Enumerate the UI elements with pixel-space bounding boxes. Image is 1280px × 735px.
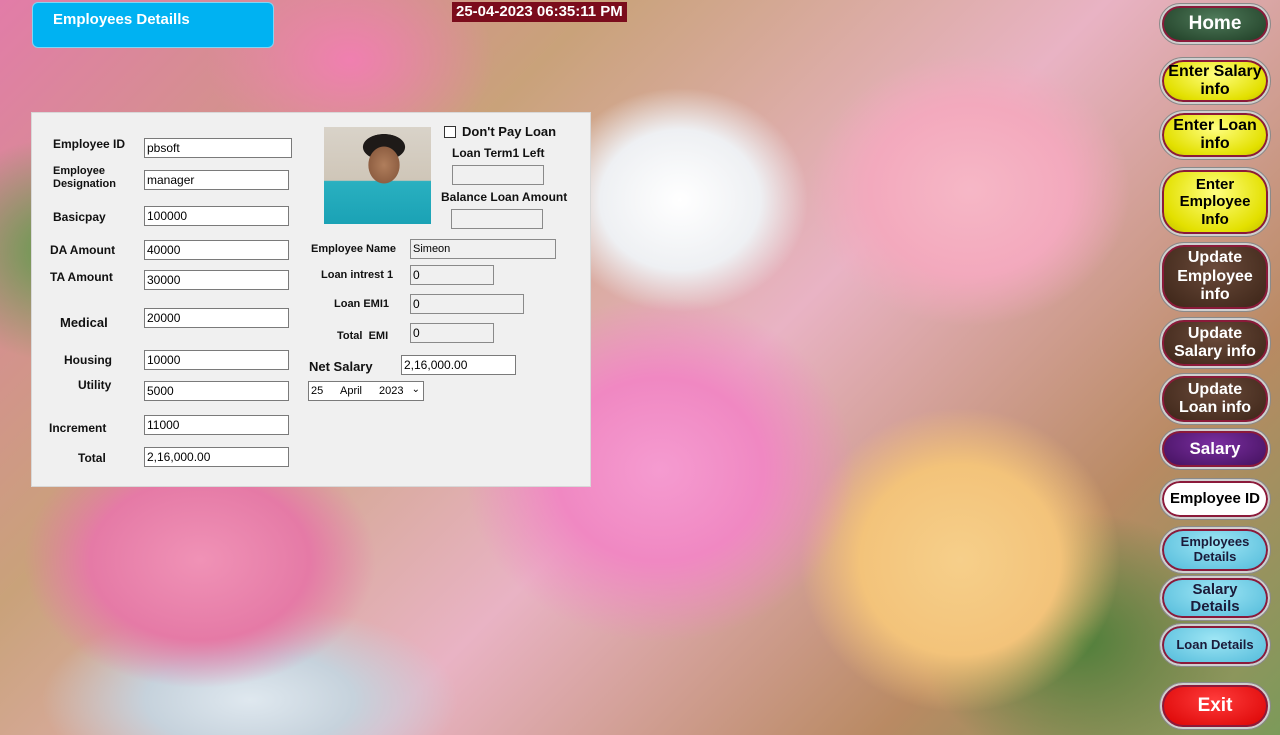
designation-input[interactable] — [144, 170, 289, 190]
net-salary-input[interactable] — [401, 355, 516, 375]
increment-input[interactable] — [144, 415, 289, 435]
dont-pay-loan-label: Don't Pay Loan — [462, 124, 557, 139]
housing-input[interactable] — [144, 350, 289, 370]
salary-details-button[interactable]: Salary Details — [1159, 575, 1271, 621]
ta-amount-label: TA Amount — [50, 270, 113, 284]
loan-interest-label: Loan intrest 1 — [321, 269, 394, 281]
date-day: 25 — [311, 385, 324, 397]
salary-button[interactable]: Salary — [1159, 428, 1271, 470]
total-input[interactable] — [144, 447, 289, 467]
enter-loan-info-button[interactable]: Enter Loan info — [1159, 110, 1271, 160]
employee-id-button[interactable]: Employee ID — [1159, 478, 1271, 520]
loan-term-left-input[interactable] — [452, 165, 544, 185]
da-amount-input[interactable] — [144, 240, 289, 260]
loan-interest-input[interactable] — [410, 265, 494, 285]
chevron-down-icon[interactable]: ⌄ — [412, 384, 420, 395]
employee-details-panel: Employee ID Employee Designation Basicpa… — [31, 112, 591, 487]
loan-term-left-label: Loan Term1 Left — [452, 146, 545, 160]
employee-name-input[interactable] — [410, 239, 556, 259]
basicpay-input[interactable] — [144, 206, 289, 226]
employee-id-label: Employee ID — [53, 137, 126, 151]
dont-pay-loan-checkbox[interactable] — [444, 126, 456, 138]
date-month: April — [340, 385, 363, 397]
increment-label: Increment — [49, 421, 107, 435]
update-employee-info-button[interactable]: Update Employee info — [1159, 242, 1271, 312]
da-amount-label: DA Amount — [50, 243, 116, 257]
date-year: 2023 — [379, 385, 404, 397]
employee-id-input[interactable] — [144, 138, 292, 158]
designation-label: Employee Designation — [53, 165, 116, 190]
loan-details-button[interactable]: Loan Details — [1159, 623, 1271, 667]
enter-salary-info-button[interactable]: Enter Salary info — [1159, 57, 1271, 105]
medical-input[interactable] — [144, 308, 289, 328]
employee-name-label: Employee Name — [311, 243, 396, 255]
utility-input[interactable] — [144, 381, 289, 401]
total-emi-input[interactable] — [410, 323, 494, 343]
total-label: Total — [78, 451, 106, 465]
balance-loan-amount-input[interactable] — [451, 209, 543, 229]
loan-emi-input[interactable] — [410, 294, 524, 314]
balance-loan-amount-label: Balance Loan Amount — [441, 190, 568, 204]
loan-emi-label: Loan EMI1 — [334, 298, 390, 310]
basicpay-label: Basicpay — [53, 210, 106, 224]
net-salary-label: Net Salary — [309, 359, 373, 374]
date-picker[interactable]: 25 April 2023 ⌄ — [308, 381, 424, 401]
update-salary-info-button[interactable]: Update Salary info — [1159, 317, 1271, 369]
ta-amount-input[interactable] — [144, 270, 289, 290]
housing-label: Housing — [64, 353, 112, 367]
datetime-display: 25-04-2023 06:35:11 PM — [452, 2, 627, 22]
exit-button[interactable]: Exit — [1159, 682, 1271, 730]
utility-label: Utility — [78, 378, 112, 392]
enter-employee-info-button[interactable]: Enter Employee Info — [1159, 167, 1271, 237]
home-button[interactable]: Home — [1159, 3, 1271, 45]
employees-details-button[interactable]: Employees Details — [1159, 526, 1271, 574]
medical-label: Medical — [60, 315, 108, 330]
employee-photo — [324, 127, 431, 224]
total-emi-label: Total EMI — [337, 330, 389, 342]
page-title: Employees Detaills — [32, 2, 274, 48]
update-loan-info-button[interactable]: Update Loan info — [1159, 373, 1271, 425]
